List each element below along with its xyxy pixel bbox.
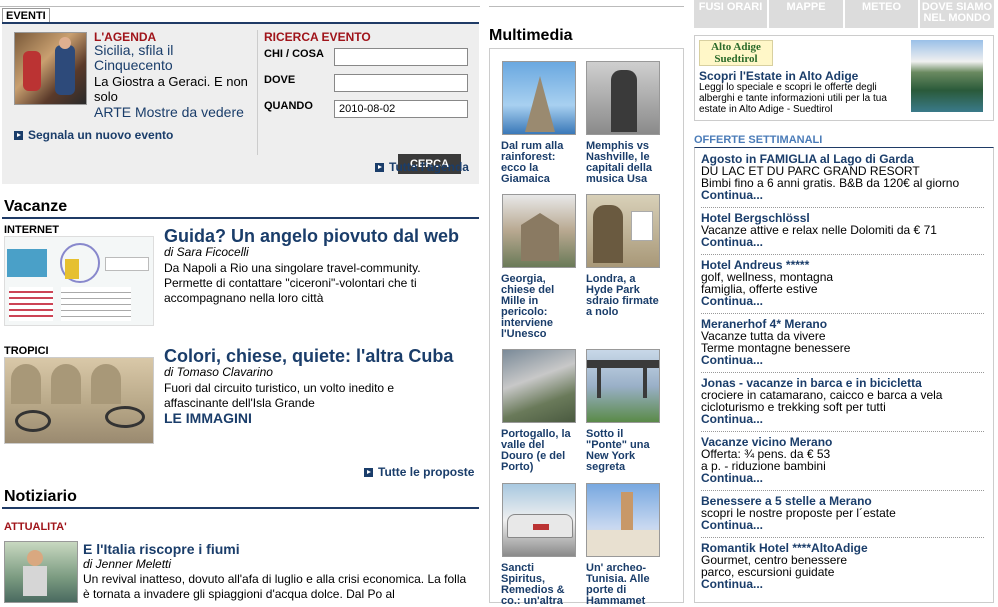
- offer-separator: [701, 537, 984, 538]
- agenda-event-desc: La Giostra a Geraci. E non solo: [94, 74, 248, 104]
- chi-cosa-label: CHI / COSA: [264, 48, 324, 60]
- multimedia-thumb-new-york[interactable]: [586, 349, 660, 423]
- offer-separator: [701, 313, 984, 314]
- notiziario-heading: Notiziario: [4, 488, 77, 505]
- multimedia-caption-link[interactable]: Sancti Spiritus, Remedios & co.: un'altr…: [501, 563, 579, 607]
- offer-item[interactable]: Jonas - vacanze in barca e in bicicletta…: [701, 377, 984, 425]
- offer-continua-link[interactable]: Continua...: [701, 236, 984, 248]
- fiumi-byline: di Jenner Meletti: [83, 557, 172, 571]
- promo-title-link[interactable]: Scopri l'Estate in Alto Adige: [699, 69, 858, 83]
- fiumi-title-link[interactable]: E l'Italia riscopre i fiumi: [83, 541, 240, 557]
- offer-separator: [701, 372, 984, 373]
- multimedia-thumb-sancti-spiritus[interactable]: [502, 483, 576, 557]
- multimedia-caption-link[interactable]: Sotto il "Ponte" una New York segreta: [586, 429, 664, 473]
- offer-continua-link[interactable]: Continua...: [701, 519, 984, 531]
- offer-item[interactable]: Vacanze vicino Merano Offerta: ¾ pens. da…: [701, 436, 984, 484]
- dove-input[interactable]: [334, 74, 468, 92]
- internet-article-image[interactable]: [4, 236, 154, 326]
- offer-continua-link[interactable]: Continua...: [701, 354, 984, 366]
- logo-line-1: Alto Adige: [711, 41, 761, 53]
- multimedia-caption-link[interactable]: Dal rum alla rainforest: ecco la Giamaic…: [501, 141, 579, 185]
- tab-meteo[interactable]: METEO: [845, 0, 918, 28]
- offer-continua-link[interactable]: Continua...: [701, 295, 984, 307]
- offerte-heading: OFFERTE SETTIMANALI: [694, 134, 823, 146]
- quando-label: QUANDO: [264, 100, 313, 112]
- tutta-agenda-label: Tutta l'agenda: [389, 160, 469, 174]
- arrow-right-icon: [14, 131, 23, 140]
- multimedia-thumb-memphis[interactable]: [586, 61, 660, 135]
- eventi-box: L'AGENDA Sicilia, sfila il Cinquecento L…: [2, 22, 479, 184]
- multimedia-top-divider: [489, 6, 684, 7]
- top-divider: [0, 6, 480, 8]
- dove-label: DOVE: [264, 74, 296, 86]
- logo-line-2: Suedtirol: [714, 53, 758, 65]
- offer-separator: [701, 490, 984, 491]
- offer-item[interactable]: Hotel Andreus ***** golf, wellness, monta…: [701, 259, 984, 307]
- offer-separator: [701, 431, 984, 432]
- eventi-tab: EVENTI: [2, 8, 50, 23]
- article-title-link[interactable]: Guida? Un angelo piovuto dal web: [164, 226, 459, 247]
- article-kicker: TROPICI: [4, 345, 49, 357]
- offer-item[interactable]: Romantik Hotel ****AltoAdige Gourmet, cen…: [701, 542, 984, 590]
- offer-item[interactable]: Agosto in FAMIGLIA al Lago di Garda DU LA…: [701, 153, 984, 201]
- offer-continua-link[interactable]: Continua...: [701, 472, 984, 484]
- offer-continua-link[interactable]: Continua...: [701, 578, 984, 590]
- arte-mostre-link[interactable]: ARTE Mostre da vedere: [94, 104, 244, 120]
- offer-separator: [701, 207, 984, 208]
- offer-continua-link[interactable]: Continua...: [701, 413, 984, 425]
- tab-fusi-orari[interactable]: FUSI ORARI: [694, 0, 767, 28]
- multimedia-caption-link[interactable]: Memphis vs Nashville, le capitali della …: [586, 141, 664, 185]
- notiziario-rule: [2, 507, 479, 509]
- multimedia-caption-link[interactable]: Portogallo, la valle del Douro (e del Po…: [501, 429, 579, 473]
- multimedia-caption-link[interactable]: Londra, a Hyde Park sdraio firmate a nol…: [586, 274, 664, 318]
- agenda-event-image[interactable]: [14, 32, 87, 105]
- alto-adige-image[interactable]: [911, 40, 983, 112]
- arrow-right-icon: [364, 468, 373, 477]
- multimedia-thumb-londra[interactable]: [586, 194, 660, 268]
- article-byline: di Tomaso Clavarino: [164, 365, 273, 379]
- article-title-link[interactable]: Colori, chiese, quiete: l'altra Cuba: [164, 346, 453, 367]
- offer-continua-link[interactable]: Continua...: [701, 189, 984, 201]
- tutte-proposte-link[interactable]: Tutte le proposte: [364, 465, 474, 479]
- agenda-event-title-link[interactable]: Sicilia, sfila il Cinquecento: [94, 43, 234, 73]
- multimedia-thumb-georgia[interactable]: [502, 194, 576, 268]
- ricerca-evento-title: RICERCA EVENTO: [264, 30, 371, 44]
- promo-text: Leggi lo speciale e scopri le offerte de…: [699, 82, 887, 115]
- cuba-article-image[interactable]: [4, 357, 154, 444]
- article-kicker: INTERNET: [4, 224, 59, 236]
- tutta-agenda-link[interactable]: Tutta l'agenda: [375, 160, 469, 174]
- multimedia-caption-link[interactable]: Un' archeo-Tunisia. Alle porte di Hammam…: [586, 563, 664, 607]
- alto-adige-logo: Alto Adige Suedtirol: [699, 40, 773, 66]
- article-byline: di Sara Ficocelli: [164, 245, 249, 259]
- offer-item[interactable]: Meranerhof 4* Merano Vacanze tutta da viv…: [701, 318, 984, 366]
- eventi-divider: [257, 30, 258, 155]
- tutte-proposte-label: Tutte le proposte: [378, 465, 475, 479]
- fiumi-article-image[interactable]: [4, 541, 78, 603]
- fiumi-text: Un revival inatteso, dovuto all'afa di l…: [83, 572, 467, 601]
- arrow-right-icon: [375, 163, 384, 172]
- vacanze-heading: Vacanze: [4, 198, 68, 215]
- le-immagini-link[interactable]: LE IMMAGINI: [164, 410, 252, 426]
- offer-item[interactable]: Benessere a 5 stelle a Merano scopri le n…: [701, 495, 984, 531]
- attualita-kicker: ATTUALITA': [4, 521, 67, 533]
- offerte-box: Agosto in FAMIGLIA al Lago di Garda DU LA…: [694, 147, 994, 603]
- multimedia-caption-link[interactable]: Georgia, chiese del Mille in pericolo: i…: [501, 274, 579, 340]
- multimedia-thumb-giamaica[interactable]: [502, 61, 576, 135]
- tab-mappe[interactable]: MAPPE: [769, 0, 843, 28]
- segnala-evento-label: Segnala un nuovo evento: [28, 128, 174, 142]
- offer-separator: [701, 254, 984, 255]
- multimedia-box: Dal rum alla rainforest: ecco la Giamaic…: [489, 48, 684, 607]
- multimedia-thumb-tunisia[interactable]: [586, 483, 660, 557]
- segnala-evento-link[interactable]: Segnala un nuovo evento: [14, 128, 173, 142]
- multimedia-heading: Multimedia: [489, 27, 573, 44]
- alto-adige-promo[interactable]: Alto Adige Suedtirol Scopri l'Estate in …: [694, 35, 994, 121]
- offer-item[interactable]: Hotel Bergschlössl Vacanze attive e relax…: [701, 212, 984, 248]
- quando-input[interactable]: [334, 100, 468, 118]
- vacanze-rule: [2, 217, 479, 219]
- article-text: Da Napoli a Rio una singolare travel-com…: [164, 261, 421, 305]
- chi-cosa-input[interactable]: [334, 48, 468, 66]
- tab-dove-siamo[interactable]: DOVE SIAMO NEL MONDO: [920, 0, 994, 28]
- article-text: Fuori dal circuito turistico, un volto i…: [164, 381, 395, 410]
- multimedia-thumb-douro[interactable]: [502, 349, 576, 423]
